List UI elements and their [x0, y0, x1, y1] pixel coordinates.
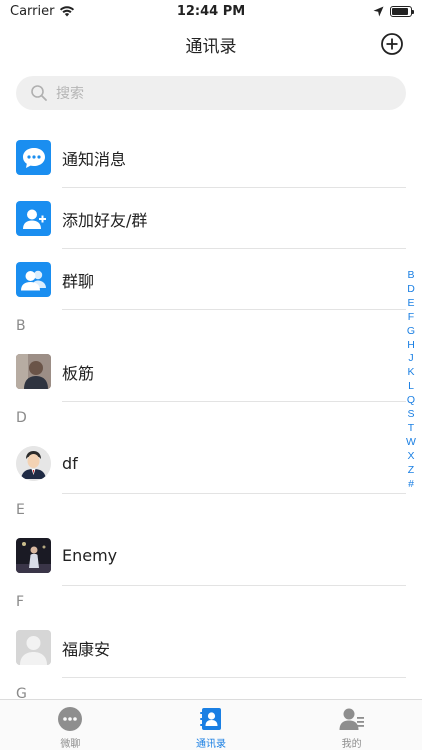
page-title: 通讯录 — [185, 36, 237, 57]
notification-messages-item[interactable]: 通知消息 — [0, 127, 422, 188]
index-letter[interactable]: K — [407, 366, 414, 380]
navigation-bar: 通讯录 — [0, 22, 422, 66]
index-letter[interactable]: L — [408, 380, 414, 394]
index-letter[interactable]: B — [407, 269, 414, 283]
contact-name: 福康安 — [62, 639, 111, 659]
index-letter[interactable]: S — [407, 408, 414, 422]
index-letter[interactable]: Q — [407, 394, 415, 408]
contact-name: Enemy — [62, 546, 118, 565]
chat-tab-icon — [58, 707, 83, 731]
location-arrow-icon — [373, 6, 384, 16]
group-chat-item[interactable]: 群聊 — [0, 249, 422, 310]
index-letter[interactable]: X — [407, 450, 414, 464]
search-input[interactable]: 搜索 — [16, 76, 406, 110]
index-letter[interactable]: T — [408, 422, 414, 436]
contact-photo-avatar — [16, 354, 51, 389]
contact-row[interactable]: df — [0, 433, 422, 494]
tab-label: 微聊 — [60, 739, 81, 750]
tab-contacts[interactable]: 通讯录 — [141, 700, 282, 750]
carrier-label: Carrier — [10, 3, 55, 19]
contacts-tab-icon — [200, 708, 221, 730]
index-letter[interactable]: J — [408, 352, 413, 366]
cartoon-person-avatar — [16, 446, 51, 481]
tab-profile[interactable]: 我的 — [281, 700, 422, 750]
section-header-d: D — [16, 409, 27, 426]
battery-level — [392, 7, 409, 15]
list-item-label: 通知消息 — [62, 149, 127, 169]
tab-bar: 微聊 通讯录 我的 — [0, 699, 422, 750]
index-letter[interactable]: F — [408, 311, 414, 325]
add-friend-group-item[interactable]: 添加好友/群 — [0, 188, 422, 249]
index-letter[interactable]: G — [407, 325, 415, 339]
search-icon — [31, 85, 47, 101]
index-letter[interactable]: Z — [408, 464, 414, 478]
search-placeholder: 搜索 — [56, 86, 84, 102]
status-left: Carrier — [10, 4, 75, 19]
tab-label: 通讯录 — [196, 739, 226, 750]
contact-name: 板筋 — [62, 363, 95, 383]
add-circle-icon[interactable] — [380, 32, 404, 56]
tab-label: 我的 — [341, 739, 362, 750]
index-letter[interactable]: E — [407, 297, 414, 311]
section-header-b: B — [16, 317, 26, 334]
contact-photo-avatar — [16, 538, 51, 573]
list-item-label: 群聊 — [62, 271, 95, 291]
tab-chat[interactable]: 微聊 — [0, 700, 141, 750]
contact-row[interactable]: Enemy — [0, 525, 422, 586]
contacts-list: 通知消息 添加好友/群 群聊 B 板筋 D df E Enemy F 福康安 G — [0, 127, 422, 709]
default-avatar — [16, 630, 51, 665]
profile-tab-icon — [339, 708, 364, 730]
wifi-icon — [60, 6, 75, 17]
list-item-label: 添加好友/群 — [62, 210, 148, 230]
contact-row[interactable]: 福康安 — [0, 617, 422, 678]
contact-row[interactable]: 板筋 — [0, 341, 422, 402]
group-icon — [16, 262, 51, 297]
alphabet-index-bar[interactable]: B D E F G H J K L Q S T W X Z # — [404, 269, 418, 492]
status-bar: Carrier 12:44 PM — [0, 0, 422, 22]
index-letter[interactable]: H — [407, 339, 415, 353]
chat-bubble-icon — [16, 140, 51, 175]
section-header-e: E — [16, 501, 25, 518]
contact-name: df — [62, 454, 78, 473]
section-header-f: F — [16, 593, 25, 610]
add-user-icon — [16, 201, 51, 236]
index-letter[interactable]: D — [407, 283, 415, 297]
battery-icon — [390, 5, 414, 17]
index-letter[interactable]: # — [408, 478, 414, 492]
status-right — [373, 5, 414, 17]
index-letter[interactable]: W — [406, 436, 416, 450]
